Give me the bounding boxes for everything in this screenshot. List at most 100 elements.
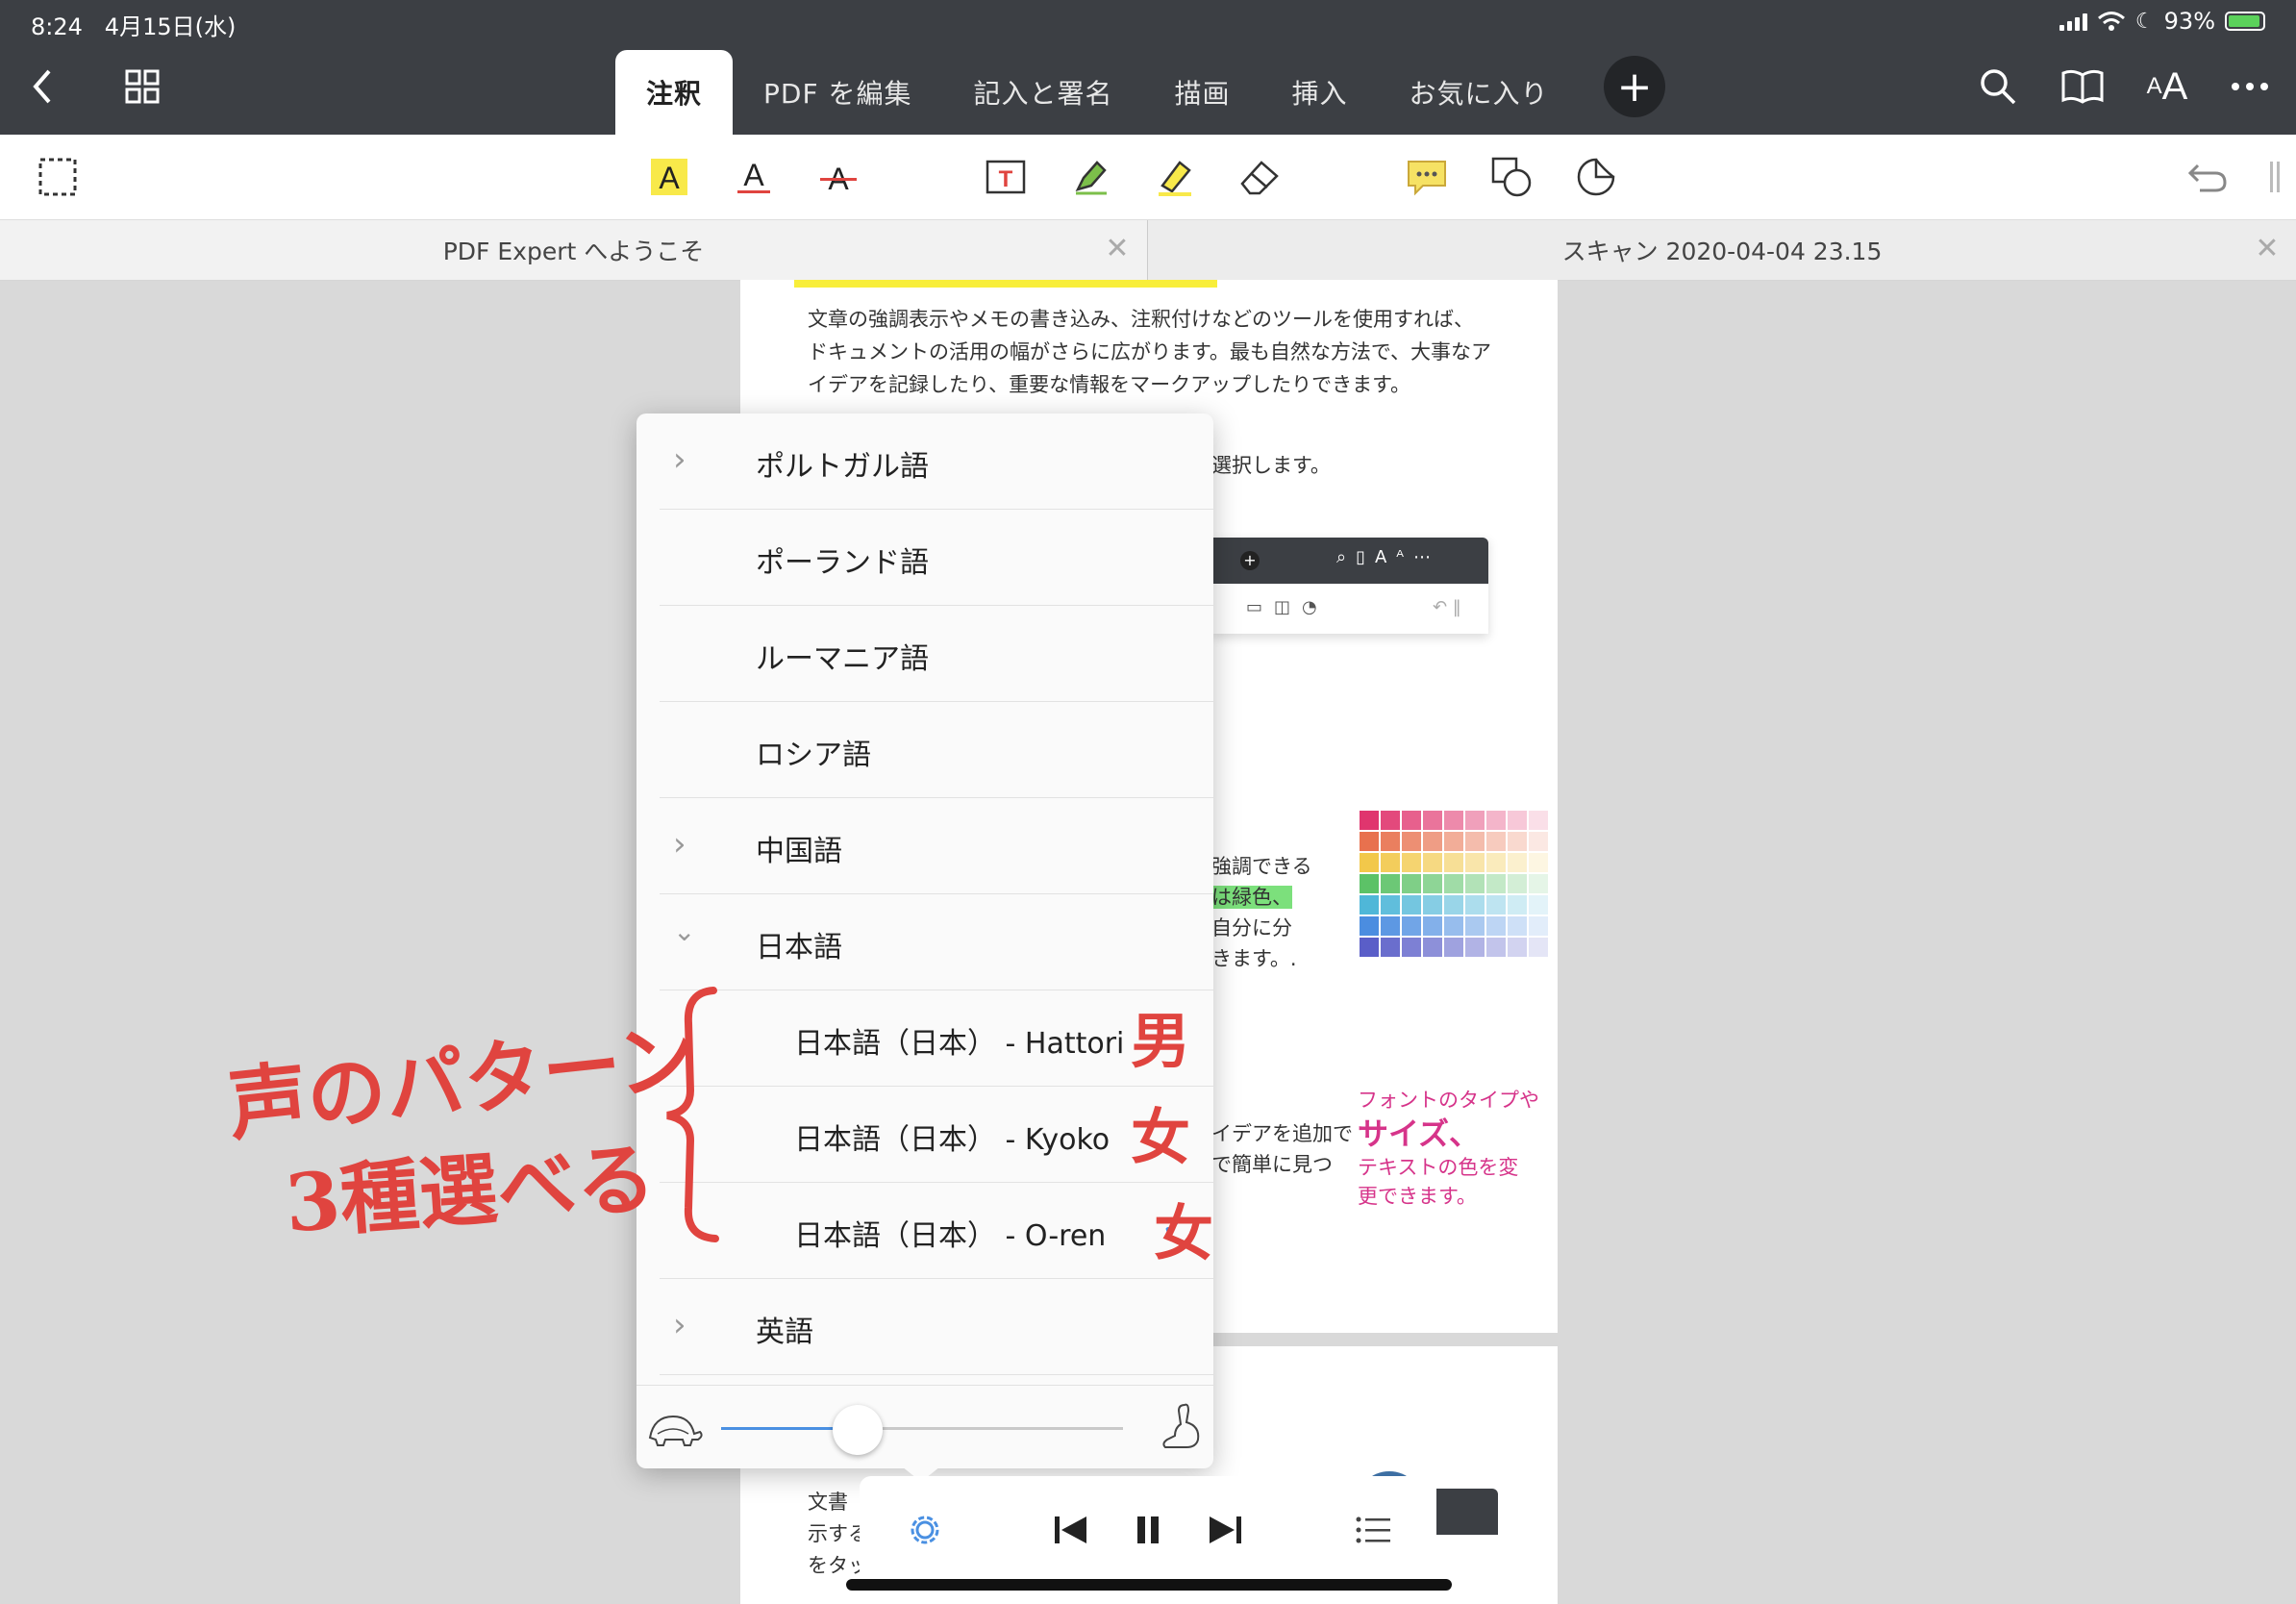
snippet-line: で簡単に見つ — [1211, 1153, 1333, 1176]
tab-edit-pdf[interactable]: PDF を編集 — [733, 50, 942, 135]
color-swatch — [1508, 811, 1527, 830]
chevron-right-icon: › — [673, 825, 686, 864]
mini-nav-icons: ⌕▯Aᴬ⋯ — [1336, 547, 1441, 567]
speed-slider-track[interactable] — [721, 1427, 1123, 1430]
toolbar-handle-icon[interactable] — [2246, 148, 2296, 206]
color-swatch — [1423, 853, 1442, 872]
pause-icon[interactable] — [1121, 1503, 1175, 1557]
voice-item-oren[interactable]: 日本語（日本） - O-ren ✓ — [660, 1183, 1213, 1279]
color-swatch — [1508, 874, 1527, 893]
chevron-right-icon: › — [673, 440, 686, 479]
color-swatch — [1486, 874, 1506, 893]
language-label: ポルトガル語 — [756, 450, 929, 484]
font-note-size: サイズ、 — [1358, 1115, 1481, 1152]
text-size-icon[interactable]: AA — [2138, 58, 2196, 115]
rabbit-icon — [1162, 1403, 1200, 1448]
paragraph-line: ドキュメントの活用の幅がさらに広がります。最も自然な方法で、大事なア — [808, 340, 1492, 363]
eraser-icon[interactable] — [1231, 148, 1288, 206]
doc-tab-welcome[interactable]: PDF Expert へようこそ — [0, 220, 1147, 280]
svg-text:A: A — [743, 158, 764, 192]
color-swatch — [1529, 853, 1548, 872]
pen-icon[interactable] — [1061, 148, 1119, 206]
handwritten-female: 女 — [1131, 1102, 1191, 1172]
text-box-icon[interactable]: T — [977, 148, 1035, 206]
color-swatch — [1465, 895, 1485, 915]
color-swatch — [1444, 938, 1463, 957]
more-icon[interactable] — [2221, 58, 2279, 115]
tab-annotate[interactable]: 注釈 — [615, 50, 734, 135]
highlight-text-icon[interactable]: A — [640, 148, 698, 206]
comment-note-icon[interactable] — [1398, 148, 1456, 206]
font-note: フォントのタイプや サイズ、 テキストの色を変 更できます。 — [1358, 1086, 1539, 1211]
previous-track-icon[interactable] — [1044, 1503, 1098, 1557]
back-chevron-icon[interactable] — [13, 58, 71, 115]
voice-language-popover: › ポルトガル語 ポーランド語 ルーマニア語 ロシア語 › 中国語 ⌄ 日本語 日本語… — [636, 414, 1213, 1468]
color-swatch — [1529, 938, 1548, 957]
selection-rect-icon[interactable] — [29, 148, 87, 206]
underline-text-icon[interactable]: A — [725, 148, 783, 206]
language-label: ルーマニア語 — [756, 642, 929, 676]
color-swatch — [1381, 938, 1400, 957]
color-swatch — [1402, 811, 1421, 830]
status-time-date: 8:24 4月15日(水) — [31, 8, 236, 41]
color-snippet: 強調できる は緑色、 自分に分 きます。. — [1211, 851, 1312, 974]
color-swatch — [1465, 916, 1485, 936]
doc-tab-scan[interactable]: スキャン 2020-04-04 23.15 — [1148, 220, 2296, 280]
battery-icon — [2225, 12, 2265, 31]
close-icon[interactable]: ✕ — [1098, 232, 1136, 265]
color-swatch — [1508, 853, 1527, 872]
cellular-signal-icon — [2059, 12, 2087, 31]
book-icon[interactable] — [2054, 58, 2111, 115]
language-item-english[interactable]: › 英語 — [660, 1279, 1213, 1375]
tab-fill-sign[interactable]: 記入と署名 — [942, 50, 1143, 135]
strikethrough-text-icon[interactable]: A — [810, 148, 867, 206]
language-item-portuguese[interactable]: › ポルトガル語 — [660, 414, 1213, 510]
chevron-down-icon: ⌄ — [673, 915, 696, 947]
handwritten-note-line2: 3種選べる — [282, 1132, 659, 1251]
language-label: 日本語 — [756, 931, 842, 965]
color-swatch — [1486, 938, 1506, 957]
voice-label: 日本語（日本） - O-ren — [794, 1219, 1107, 1253]
voice-label: 日本語（日本） - Kyoko — [794, 1123, 1111, 1157]
color-swatch — [1444, 832, 1463, 851]
tab-insert[interactable]: 挿入 — [1261, 50, 1379, 135]
next-track-icon[interactable] — [1198, 1503, 1252, 1557]
doc-tab-title: スキャン 2020-04-04 23.15 — [1561, 238, 1883, 265]
language-item-romanian[interactable]: ルーマニア語 — [660, 606, 1213, 702]
color-swatch — [1444, 916, 1463, 936]
color-swatch — [1402, 916, 1421, 936]
language-item-japanese[interactable]: ⌄ 日本語 — [660, 894, 1213, 990]
color-swatch — [1444, 853, 1463, 872]
language-label: ポーランド語 — [756, 546, 929, 580]
grid-view-icon[interactable] — [113, 58, 171, 115]
color-swatch — [1360, 895, 1379, 915]
color-swatch — [1465, 832, 1485, 851]
language-item-polish[interactable]: ポーランド語 — [660, 510, 1213, 606]
handwritten-male: 男 — [1131, 1006, 1191, 1076]
color-swatch — [1360, 938, 1379, 957]
close-icon[interactable]: ✕ — [2248, 232, 2286, 265]
snippet-line: 強調できる — [1211, 855, 1312, 878]
color-swatch — [1360, 874, 1379, 893]
battery-percent: 93% — [2163, 8, 2215, 35]
color-swatch — [1508, 916, 1527, 936]
color-swatch — [1402, 938, 1421, 957]
undo-icon[interactable] — [2179, 148, 2236, 206]
speed-slider-knob[interactable] — [833, 1405, 883, 1455]
settings-gear-icon[interactable] — [898, 1503, 952, 1557]
language-item-chinese[interactable]: › 中国語 — [660, 798, 1213, 894]
color-swatch — [1402, 853, 1421, 872]
voice-label: 日本語（日本） - Hattori — [794, 1027, 1125, 1061]
color-swatch — [1423, 916, 1442, 936]
handwritten-brace — [666, 987, 719, 1242]
stamp-sticker-icon[interactable] — [1567, 148, 1625, 206]
font-note-line: テキストの色を変 — [1358, 1156, 1519, 1179]
add-tool-button[interactable]: + — [1604, 56, 1665, 117]
search-icon[interactable] — [1969, 58, 2027, 115]
tab-draw[interactable]: 描画 — [1143, 50, 1260, 135]
language-item-russian[interactable]: ロシア語 — [660, 702, 1213, 798]
list-icon[interactable] — [1346, 1503, 1400, 1557]
tab-favorites[interactable]: お気に入り — [1379, 50, 1580, 135]
highlighter-icon[interactable] — [1146, 148, 1204, 206]
shapes-icon[interactable] — [1483, 148, 1540, 206]
